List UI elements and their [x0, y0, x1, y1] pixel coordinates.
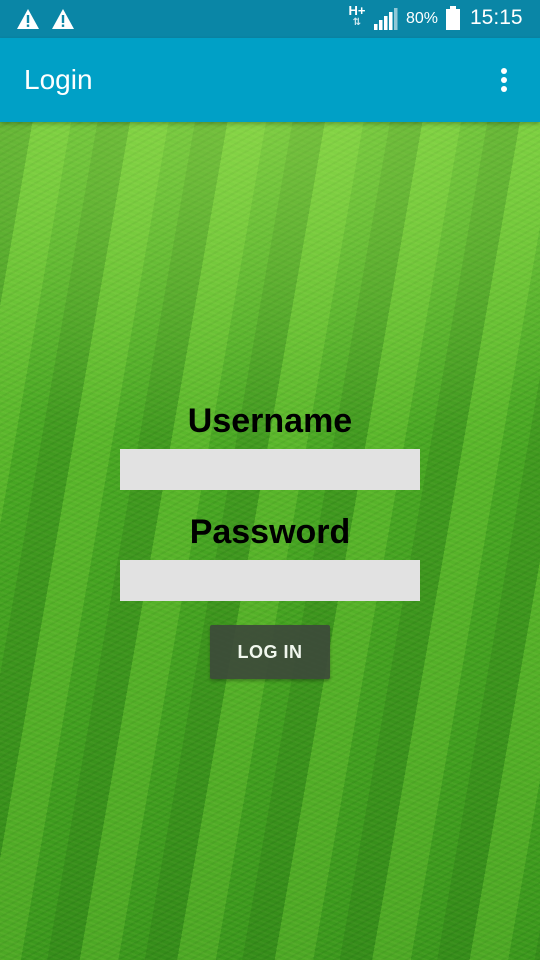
password-label: Password: [189, 513, 351, 551]
menu-dot: [501, 86, 507, 92]
clock: 15:15: [470, 6, 523, 29]
network-activity-icon: ⇅: [352, 17, 362, 28]
app-bar: Login: [0, 38, 540, 122]
network-type-icon: H+ ⇅: [346, 4, 368, 32]
username-field[interactable]: [120, 449, 420, 490]
warning-icon: [52, 9, 74, 29]
overflow-menu-icon[interactable]: [488, 64, 520, 96]
network-type-label: H+: [348, 3, 366, 18]
menu-dot: [501, 77, 507, 83]
status-bar: H+ ⇅ 80% 15:15: [0, 0, 540, 38]
username-label: Username: [187, 402, 353, 440]
login-screen: H+ ⇅ 80% 15:15 Login Username Password L…: [0, 0, 540, 960]
menu-dot: [501, 68, 507, 74]
battery-percent: 80%: [406, 10, 439, 27]
warning-icon: [17, 9, 39, 29]
signal-icon: [374, 8, 398, 30]
login-button[interactable]: LOG IN: [210, 625, 330, 679]
battery-icon: [446, 6, 460, 30]
page-title: Login: [24, 64, 93, 95]
password-field[interactable]: [120, 560, 420, 601]
